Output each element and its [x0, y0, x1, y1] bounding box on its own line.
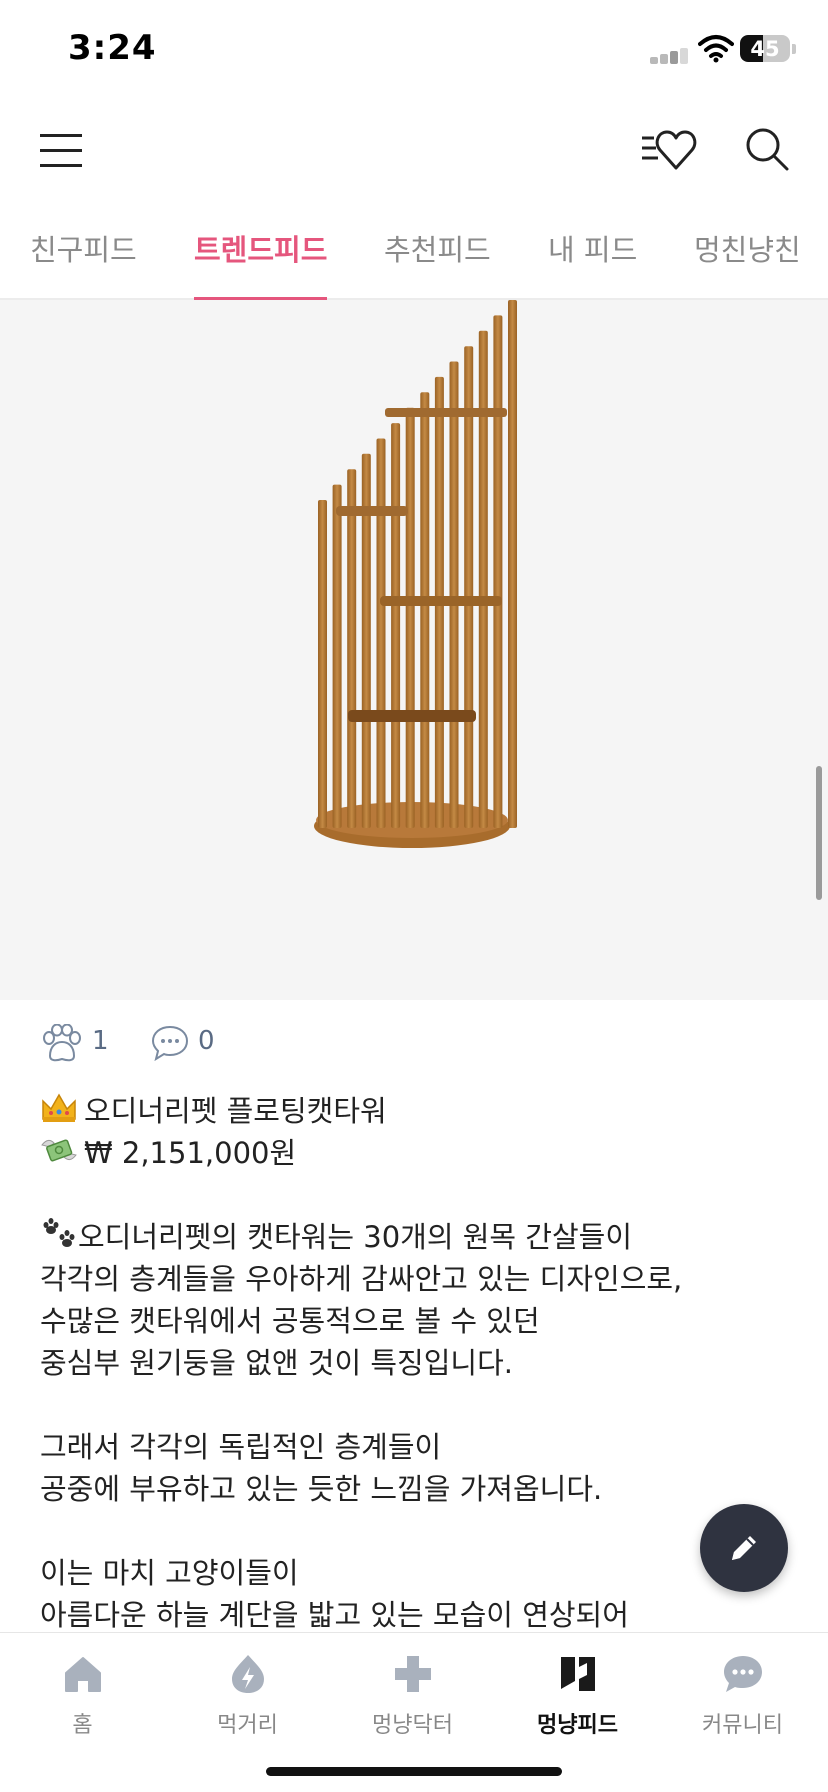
post-body-line: 이는 마치 고양이들이 [40, 1556, 299, 1590]
nav-community-label: 커뮤니티 [702, 1713, 783, 1738]
cat-tower-slat [318, 500, 327, 828]
money-wings-icon [41, 1139, 77, 1162]
cat-tower-slat [376, 438, 386, 828]
home-indicator [266, 1767, 562, 1776]
doctor-cross-icon [395, 1656, 431, 1692]
post-content: 오디너리펫 플로팅캣타워 ₩ 2,151,000원 오디너리펫의 캣타워는 30… [40, 1090, 800, 1636]
comment-count: 0 [198, 1026, 215, 1056]
paw-like-button[interactable]: 1 [40, 1018, 140, 1068]
cat-tower-slat [508, 300, 517, 828]
tab-my-feed[interactable]: 내 피드 [548, 200, 637, 300]
food-icon [232, 1655, 264, 1693]
cat-tower-slat [405, 407, 415, 828]
nav-home-label: 홈 [72, 1713, 93, 1738]
tab-recommended-feed[interactable]: 추천피드 [384, 200, 491, 300]
cat-tower-slat [332, 484, 342, 828]
home-icon [65, 1657, 101, 1692]
paw-icon [43, 1024, 81, 1062]
post-body-line: 각각의 층계들을 우아하게 감싸안고 있는 디자인으로, [40, 1262, 683, 1296]
nav-feed-label: 멍냥피드 [537, 1713, 618, 1738]
battery-level: 45 [750, 37, 780, 61]
cat-tower-slat [493, 315, 503, 828]
nav-doctor-label: 멍냥닥터 [372, 1713, 453, 1738]
scroll-indicator[interactable] [816, 766, 822, 900]
post-price: ₩ 2,151,000원 [84, 1136, 297, 1170]
cat-tower-slat [391, 423, 401, 828]
cat-tower-slat [464, 346, 474, 828]
post-price-line: ₩ 2,151,000원 [40, 1132, 800, 1174]
pencil-icon [732, 1536, 756, 1560]
nav-feed[interactable]: 멍냥피드 [495, 1633, 660, 1743]
post-body-line: 중심부 원기둥을 없앤 것이 특징입니다. [40, 1346, 513, 1380]
post-title: 오디너리펫 플로팅캣타워 [84, 1094, 387, 1128]
cat-tower-slat [420, 392, 430, 828]
comment-bubble-icon [151, 1025, 189, 1062]
crown-icon [42, 1093, 76, 1122]
tab-pet-friends[interactable]: 멍친냥친 [694, 200, 801, 300]
heart-list-icon[interactable] [640, 126, 702, 172]
app-header [0, 100, 828, 200]
post-body-line: 수많은 캣타워에서 공통적으로 볼 수 있던 [40, 1304, 540, 1338]
post-body-line: 오디너리펫의 캣타워는 30개의 원목 간살들이 [40, 1216, 800, 1258]
nav-community[interactable]: 커뮤니티 [660, 1633, 825, 1743]
battery-icon: 45 [740, 35, 790, 62]
write-post-button[interactable] [700, 1504, 788, 1592]
cat-tower-slat [478, 330, 488, 828]
feed-tabs: 친구피드 트렌드피드 추천피드 내 피드 멍친냥친 [0, 200, 828, 302]
nav-food[interactable]: 먹거리 [165, 1633, 330, 1743]
status-time: 3:24 [68, 28, 157, 68]
nav-food-label: 먹거리 [217, 1713, 278, 1738]
post-body-line: 아름다운 하늘 계단을 밟고 있는 모습이 연상되어 [40, 1598, 629, 1632]
paw-prints-icon [43, 1218, 75, 1247]
hamburger-menu-icon[interactable] [40, 132, 84, 168]
post-body-line: 그래서 각각의 독립적인 층계들이 [40, 1430, 442, 1464]
nav-doctor[interactable]: 멍냥닥터 [330, 1633, 495, 1743]
cellular-signal-icon [650, 46, 690, 64]
tab-friend-feed[interactable]: 친구피드 [30, 200, 137, 300]
battery-tip [792, 44, 796, 54]
post-image[interactable] [0, 300, 828, 1000]
status-bar: 3:24 45 [0, 0, 828, 100]
comment-button[interactable]: 0 [150, 1018, 250, 1068]
post-body-line: 공중에 부유하고 있는 듯한 느낌을 가져옵니다. [40, 1472, 603, 1506]
feed-icon [561, 1657, 595, 1691]
tab-trend-feed[interactable]: 트렌드피드 [194, 200, 328, 302]
paw-count: 1 [92, 1026, 109, 1056]
chat-bubble-icon [724, 1656, 762, 1692]
search-icon[interactable] [744, 126, 790, 172]
wooden-cat-tower-icon [314, 300, 517, 848]
post-title-line: 오디너리펫 플로팅캣타워 [40, 1090, 800, 1132]
cat-tower-slat [449, 361, 459, 828]
nav-home[interactable]: 홈 [0, 1633, 165, 1743]
cat-tower-slat [347, 469, 357, 828]
wifi-icon [698, 34, 734, 64]
